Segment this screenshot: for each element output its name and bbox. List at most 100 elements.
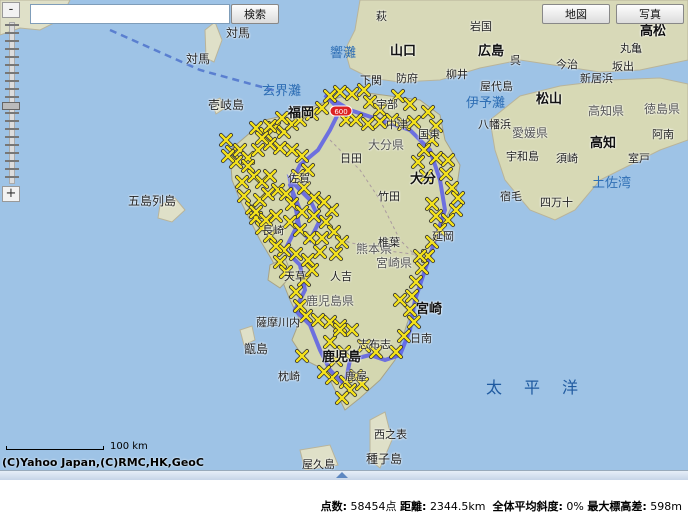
- label-saga: 佐賀: [288, 172, 310, 185]
- label-shimonoseki: 下関: [360, 74, 382, 87]
- zoom-tick: [5, 72, 19, 74]
- label-nichinan: 日南: [410, 332, 432, 345]
- label-hibiki: 響灘: [330, 46, 357, 61]
- search-button[interactable]: 検索: [231, 4, 279, 24]
- zoom-tick: [5, 80, 19, 82]
- distance-label: 距離:: [400, 500, 427, 513]
- label-satsumasendai: 薩摩川内: [256, 316, 300, 329]
- label-ehime-pref: 愛媛県: [512, 126, 549, 140]
- label-kure: 呉: [510, 54, 521, 67]
- label-taketa: 竹田: [378, 190, 400, 203]
- scale-label: 100 km: [110, 441, 148, 452]
- label-nakatsu: 中津: [386, 118, 408, 131]
- label-muroto: 室戸: [628, 152, 650, 165]
- label-nishinoomote: 西之表: [374, 428, 407, 441]
- slope-label: 全体平均斜度:: [492, 500, 563, 513]
- zoom-tick: [5, 24, 19, 26]
- zoom-tick: [5, 96, 19, 98]
- search-input[interactable]: [30, 4, 230, 24]
- label-miyazaki-pref: 宮崎県: [376, 256, 413, 270]
- label-nobeoka: 延岡: [432, 230, 454, 243]
- zoom-tick: [5, 120, 19, 122]
- zoom-tick: [5, 88, 19, 90]
- zoom-tick: [5, 176, 19, 178]
- copyright-text: (C)Yahoo Japan,(C)RMC,HK,GeoC: [2, 456, 204, 469]
- label-kagoshima-pref: 鹿児島県: [306, 294, 355, 308]
- elevation-value: 598m: [650, 500, 682, 513]
- label-ube: 宇部: [376, 98, 398, 111]
- label-kunisaki: 国東: [418, 128, 440, 141]
- label-iyonada: 伊予灘: [466, 96, 506, 111]
- label-fukuoka: 福岡: [288, 106, 315, 121]
- label-tsushima-2: 対馬: [186, 52, 211, 66]
- points-label: 点数:: [320, 500, 348, 513]
- panel-splitter[interactable]: [0, 470, 688, 480]
- waypoint-marker-icon[interactable]: [219, 133, 233, 147]
- label-makurazaki: 枕崎: [278, 370, 300, 383]
- zoom-tick: [5, 160, 19, 162]
- zoom-slider-handle[interactable]: [2, 102, 20, 111]
- label-shimanto: 四万十: [540, 196, 573, 209]
- label-anan: 阿南: [652, 128, 674, 141]
- label-kagoshima: 鹿児島: [322, 350, 362, 365]
- scale-bar: [6, 446, 104, 450]
- zoom-tick: [5, 48, 19, 50]
- svg-text:600: 600: [334, 108, 347, 116]
- label-hiroshima: 広島: [478, 44, 505, 59]
- zoom-tick: [5, 168, 19, 170]
- zoom-tick: [5, 32, 19, 34]
- label-genkainada: 玄界灘: [262, 84, 302, 99]
- label-uwajima: 宇和島: [506, 150, 539, 163]
- label-amakusa: 天草: [284, 270, 306, 283]
- label-koshikijima: 甑島: [244, 342, 269, 356]
- zoom-tick: [5, 56, 19, 58]
- label-iwakuni: 岩国: [470, 20, 492, 33]
- zoom-control: - +: [2, 2, 22, 202]
- zoom-tick: [5, 152, 19, 154]
- expand-arrow-icon[interactable]: [336, 472, 348, 478]
- label-kanoya: 鹿屋: [345, 370, 367, 383]
- photo-view-button[interactable]: 写真: [616, 4, 684, 24]
- label-kochi-pref: 高知県: [588, 104, 625, 118]
- label-marugame: 丸亀: [620, 42, 642, 55]
- points-value: 58454点: [350, 500, 397, 513]
- elevation-label: 最大標高差:: [587, 500, 647, 513]
- label-goto: 五島列島: [128, 194, 177, 208]
- label-matsuyama: 松山: [536, 92, 563, 107]
- label-imabari: 今治: [556, 58, 578, 71]
- label-tosawan: 土佐湾: [592, 176, 632, 191]
- label-ikishima: 壱岐島: [208, 98, 245, 112]
- zoom-tick: [5, 40, 19, 42]
- zoom-out-button[interactable]: -: [2, 2, 20, 18]
- label-tanegashima: 種子島: [366, 452, 403, 466]
- label-ooita: 大分: [410, 172, 437, 187]
- label-hofu: 防府: [396, 72, 418, 85]
- map-view-button[interactable]: 地図: [542, 4, 610, 24]
- distance-value: 2344.5km: [429, 500, 486, 513]
- label-tokushima-pref: 徳島県: [644, 102, 681, 116]
- label-sukumo: 宿毛: [500, 190, 522, 203]
- zoom-tick: [5, 64, 19, 66]
- label-yashiro: 屋代島: [480, 80, 513, 93]
- label-nagasaki: 長崎: [262, 224, 284, 237]
- label-hita: 日田: [340, 152, 362, 165]
- label-yamaguchi: 山口: [390, 44, 417, 59]
- label-pacific: 太平洋: [486, 378, 601, 397]
- label-yakushima: 屋久島: [302, 458, 335, 470]
- slope-value: 0%: [566, 500, 584, 513]
- map-view[interactable]: 600 対馬 対馬 壱岐島 五島列島 玄界灘 伊予灘 土佐湾 太平洋 福岡 大分…: [0, 0, 688, 470]
- zoom-tick: [5, 128, 19, 130]
- zoom-tick: [5, 144, 19, 146]
- label-ooita-pref: 大分県: [368, 138, 405, 152]
- zoom-in-button[interactable]: +: [2, 186, 20, 202]
- label-hitoyoshi: 人吉: [330, 270, 352, 283]
- zoom-tick: [5, 112, 19, 114]
- zoom-tick: [5, 136, 19, 138]
- label-kochi: 高知: [590, 136, 617, 151]
- highway-badge: 600: [329, 105, 353, 117]
- label-shibushi: 志布志: [358, 338, 391, 351]
- status-bar: 点数: 58454点 距離: 2344.5km 全体平均斜度: 0% 最大標高差…: [321, 498, 682, 514]
- label-yawatahama: 八幡浜: [478, 118, 511, 131]
- label-tsushima: 対馬: [226, 26, 251, 40]
- label-suzaki: 須崎: [556, 152, 578, 165]
